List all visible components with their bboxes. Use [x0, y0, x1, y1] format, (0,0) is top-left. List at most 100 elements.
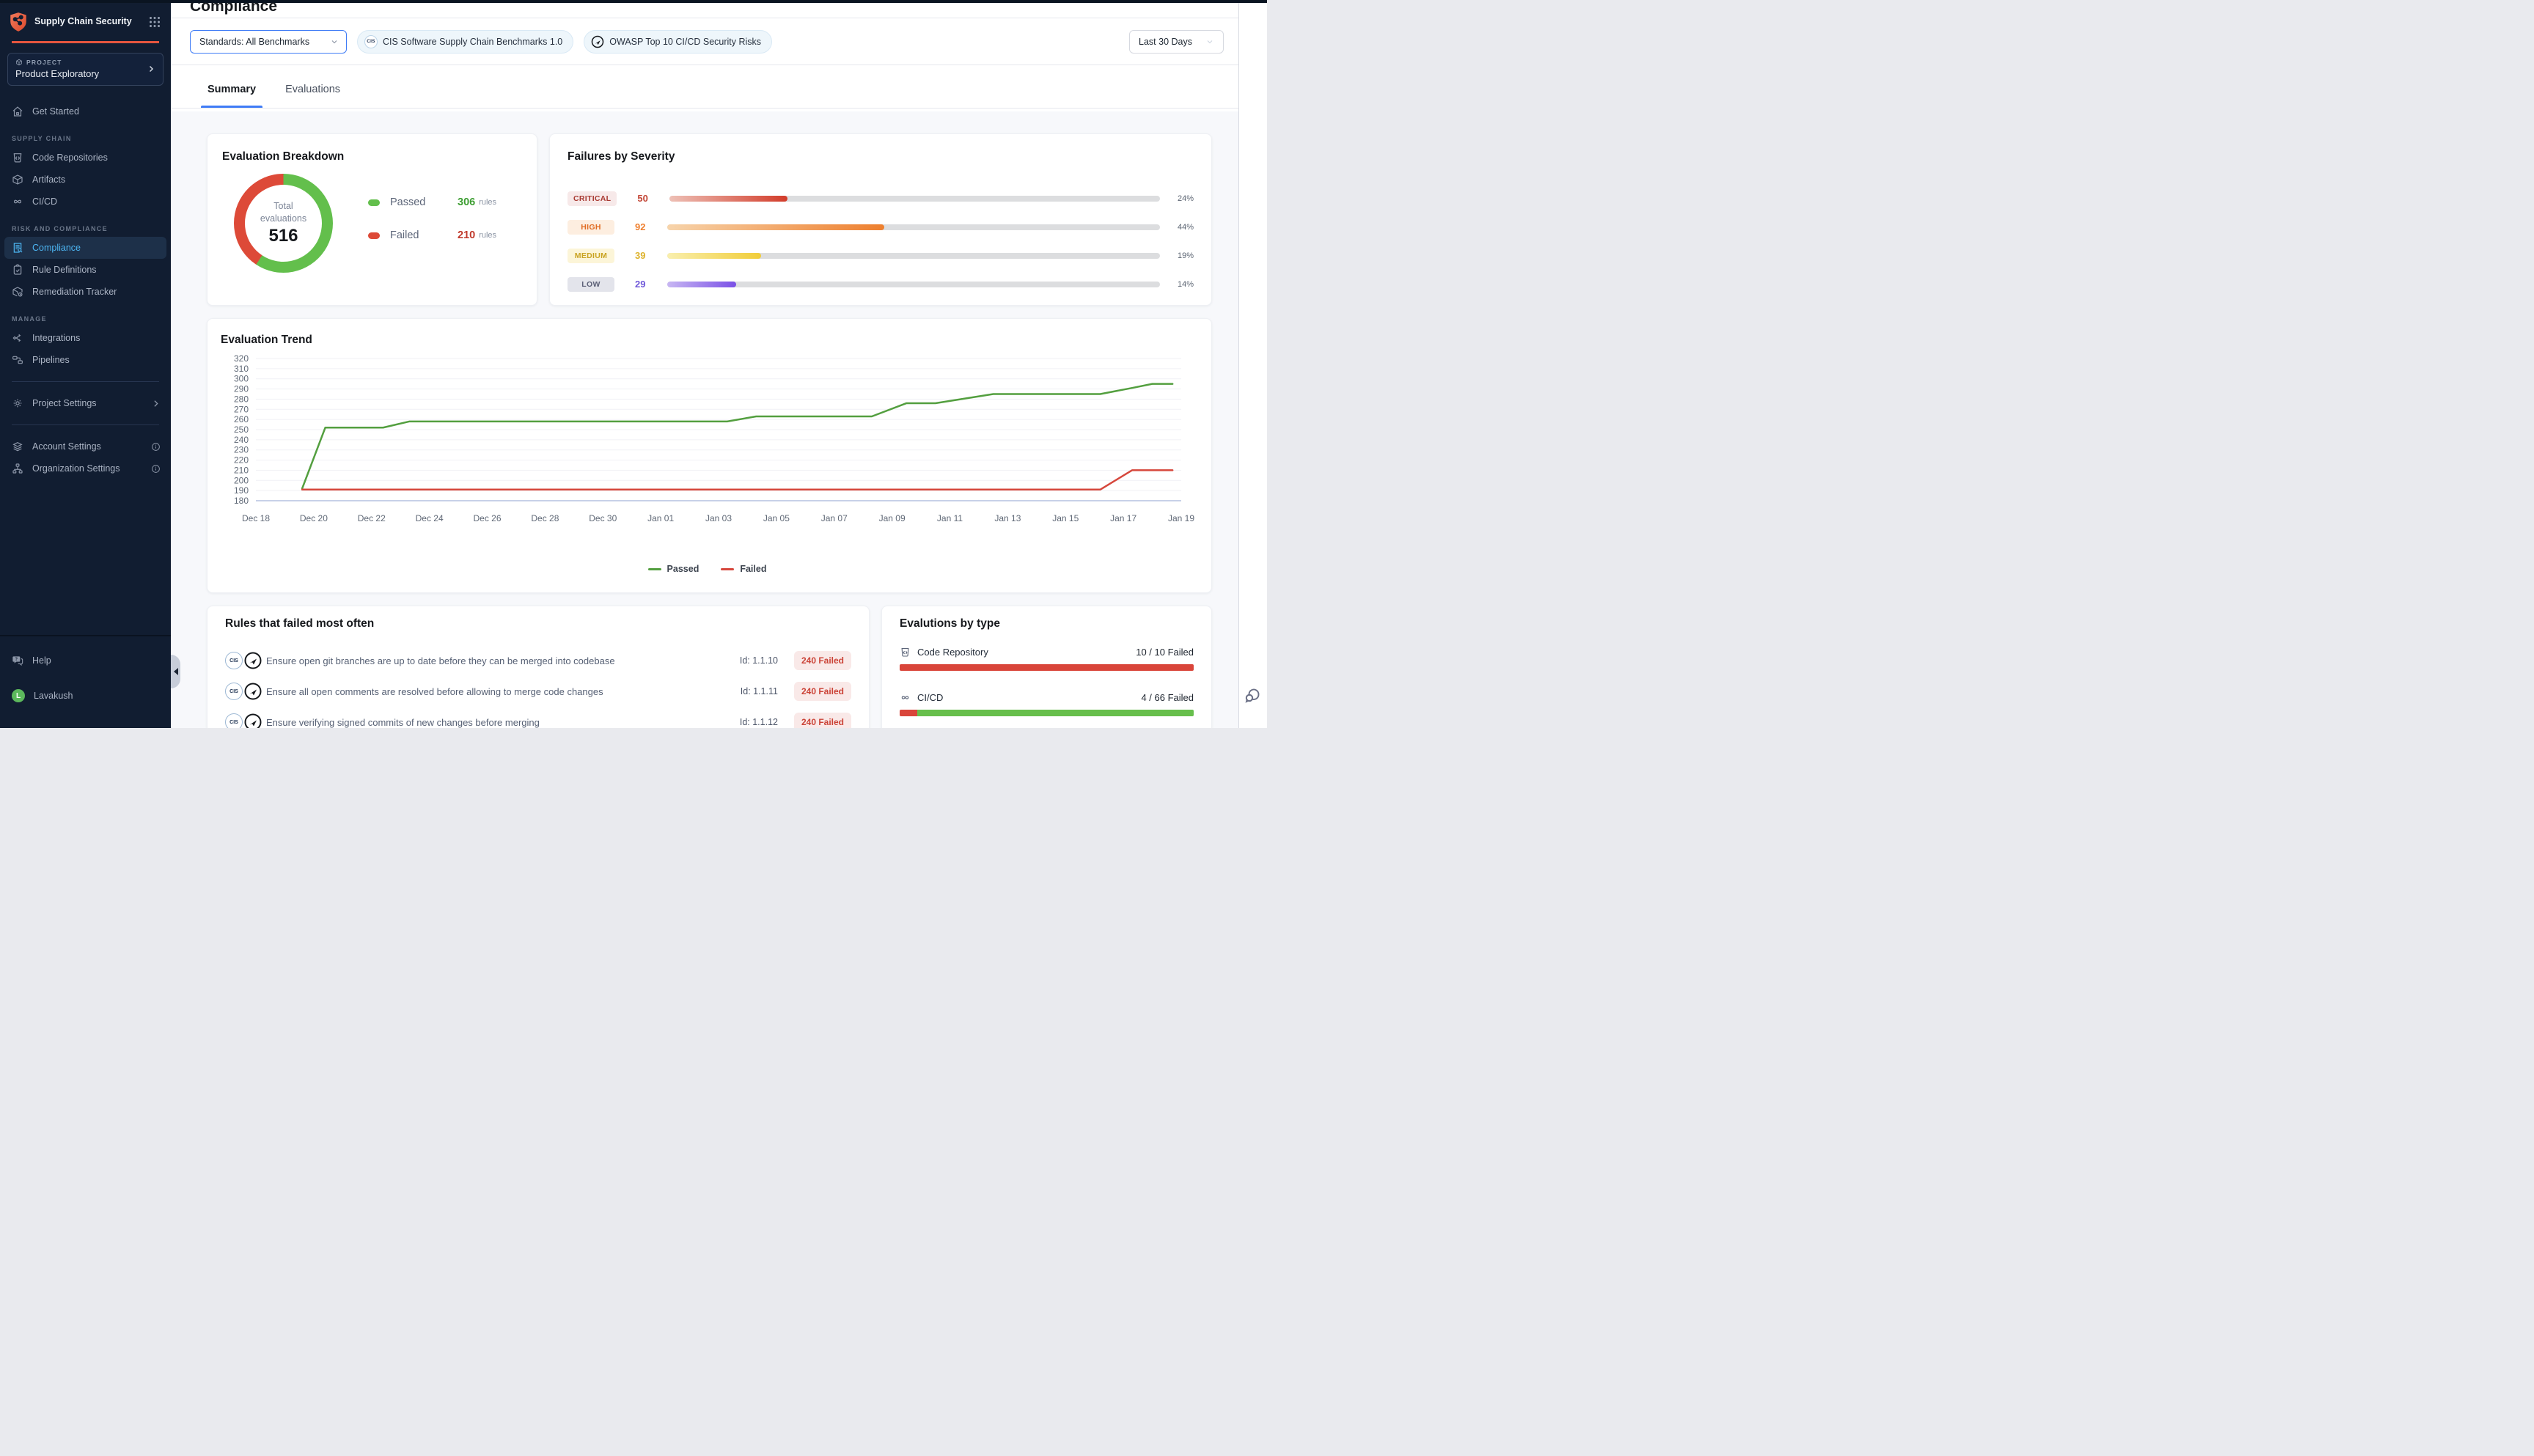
cis-logo-icon: CIS — [225, 713, 243, 728]
svg-text:Jan 17: Jan 17 — [1110, 513, 1136, 523]
shield-logo-icon — [9, 12, 28, 32]
owasp-logo-icon — [591, 35, 604, 48]
svg-text:230: 230 — [234, 445, 249, 455]
type-label: Code Repository — [917, 647, 988, 658]
standards-filter-dropdown[interactable]: Standards: All Benchmarks — [190, 30, 347, 54]
tab-summary[interactable]: Summary — [208, 84, 256, 108]
sidebar-item-code-repositories[interactable]: Code Repositories — [0, 147, 171, 169]
donut-total-label: Total evaluations — [253, 200, 315, 224]
severity-bar — [667, 224, 1160, 230]
chevron-right-icon — [151, 399, 161, 408]
sidebar-item-get-started[interactable]: Get Started — [0, 100, 171, 122]
rule-id: Id: 1.1.12 — [740, 717, 778, 727]
dashboard-board: Evaluation Breakdown Total evaluations 5… — [171, 111, 1238, 728]
code-repository-icon — [900, 647, 911, 658]
severity-badge: MEDIUM — [568, 249, 614, 263]
svg-text:200: 200 — [234, 475, 249, 485]
severity-count: 50 — [637, 193, 669, 204]
svg-text:Jan 05: Jan 05 — [763, 513, 790, 523]
owasp-logo-icon — [244, 683, 262, 700]
failed-swatch — [368, 232, 380, 239]
passed-unit: rules — [479, 198, 496, 207]
rule-row[interactable]: CIS Ensure verifying signed commits of n… — [225, 707, 851, 728]
rule-failed-badge: 240 Failed — [794, 651, 851, 670]
failures-by-severity-card: Failures by Severity CRITICAL 50 24% HIG… — [549, 133, 1212, 306]
sidebar-item-remediation-tracker[interactable]: Remediation Tracker — [0, 281, 171, 303]
sidebar-footer: ? Help L Lavakush — [0, 635, 171, 728]
rule-row[interactable]: CIS Ensure open git branches are up to d… — [225, 645, 851, 676]
passed-line-swatch — [648, 568, 661, 570]
info-icon[interactable] — [151, 442, 161, 452]
rule-id: Id: 1.1.11 — [741, 686, 778, 696]
chevron-down-icon — [330, 37, 339, 46]
legend-row-failed: Failed 210 rules — [368, 227, 522, 243]
svg-text:Jan 07: Jan 07 — [821, 513, 848, 523]
sidebar-item-artifacts[interactable]: Artifacts — [0, 169, 171, 191]
filter-bar: Standards: All Benchmarks CIS CIS Softwa… — [171, 18, 1238, 65]
severity-bar — [667, 282, 1160, 287]
sidebar-item-integrations[interactable]: Integrations — [0, 327, 171, 349]
sidebar-collapse-handle[interactable] — [171, 655, 180, 688]
svg-text:Jan 13: Jan 13 — [994, 513, 1021, 523]
evaluation-donut-chart: Total evaluations 516 — [234, 174, 333, 273]
svg-text:Jan 03: Jan 03 — [705, 513, 732, 523]
rule-row[interactable]: CIS Ensure all open comments are resolve… — [225, 676, 851, 707]
severity-row-medium: MEDIUM 39 19% — [568, 241, 1194, 270]
legend-failed: Failed — [721, 564, 766, 574]
app-grid-icon[interactable] — [149, 16, 161, 28]
code-repository-icon — [12, 152, 23, 163]
severity-row-critical: CRITICAL 50 24% — [568, 184, 1194, 213]
type-row-code-repository: Code Repository 10 / 10 Failed — [900, 647, 1194, 671]
info-icon[interactable] — [151, 464, 161, 474]
sidebar-item-rule-definitions[interactable]: Rule Definitions — [0, 259, 171, 281]
type-row-cicd: CI/CD 4 / 66 Failed — [900, 692, 1194, 716]
layers-gear-icon — [12, 441, 23, 452]
project-label: PROJECT — [15, 59, 147, 66]
home-icon — [12, 106, 23, 117]
breakdown-legend: Passed 306 rules Failed 210 rules — [368, 194, 522, 243]
sidebar-item-compliance[interactable]: Compliance — [4, 237, 166, 259]
benchmark-chip-owasp[interactable]: OWASP Top 10 CI/CD Security Risks — [584, 30, 772, 54]
severity-percent: 14% — [1160, 280, 1194, 289]
card-title: Evalutions by type — [900, 617, 1194, 630]
rule-failed-badge: 240 Failed — [794, 713, 851, 728]
sidebar-item-pipelines[interactable]: Pipelines — [0, 349, 171, 371]
project-selector[interactable]: PROJECT Product Exploratory — [7, 53, 164, 86]
chat-support-icon[interactable] — [1244, 687, 1261, 705]
date-range-dropdown[interactable]: Last 30 Days — [1129, 30, 1224, 54]
compliance-doc-icon — [12, 242, 23, 254]
cis-logo-icon: CIS — [225, 683, 243, 700]
type-status: 4 / 66 Failed — [1141, 692, 1194, 703]
cube-icon — [15, 59, 23, 66]
svg-text:270: 270 — [234, 404, 249, 414]
logo-row: Supply Chain Security — [0, 0, 171, 37]
sidebar-item-cicd[interactable]: CI/CD — [0, 191, 171, 213]
sidebar: Supply Chain Security PROJECT Product Ex… — [0, 0, 171, 728]
user-menu[interactable]: L Lavakush — [0, 685, 171, 707]
severity-row-high: HIGH 92 44% — [568, 213, 1194, 241]
sidebar-item-organization-settings[interactable]: Organization Settings — [0, 457, 171, 479]
cis-logo-icon: CIS — [225, 652, 243, 669]
severity-count: 92 — [635, 221, 667, 232]
card-title: Failures by Severity — [568, 150, 1194, 163]
svg-text:320: 320 — [234, 354, 249, 364]
type-label: CI/CD — [917, 692, 943, 703]
page-header: Compliance — [171, 3, 1238, 18]
failed-label: Failed — [390, 229, 458, 241]
svg-text:Jan 15: Jan 15 — [1052, 513, 1079, 523]
benchmark-chip-cis[interactable]: CIS CIS Software Supply Chain Benchmarks… — [357, 30, 573, 54]
svg-text:310: 310 — [234, 364, 249, 374]
svg-text:Dec 20: Dec 20 — [300, 513, 328, 523]
evaluations-by-type-card: Evalutions by type Code Repository 10 / … — [881, 606, 1212, 728]
chevron-right-icon — [147, 65, 155, 73]
sidebar-item-help[interactable]: ? Help — [0, 650, 171, 672]
sidebar-item-project-settings[interactable]: Project Settings — [0, 392, 171, 414]
tab-evaluations[interactable]: Evaluations — [285, 84, 340, 108]
type-status: 10 / 10 Failed — [1136, 647, 1194, 658]
svg-text:Dec 28: Dec 28 — [531, 513, 559, 523]
svg-text:260: 260 — [234, 414, 249, 424]
svg-text:?: ? — [15, 658, 18, 662]
date-range-value: Last 30 Days — [1139, 37, 1192, 47]
sidebar-item-account-settings[interactable]: Account Settings — [0, 435, 171, 457]
svg-text:Jan 09: Jan 09 — [879, 513, 906, 523]
